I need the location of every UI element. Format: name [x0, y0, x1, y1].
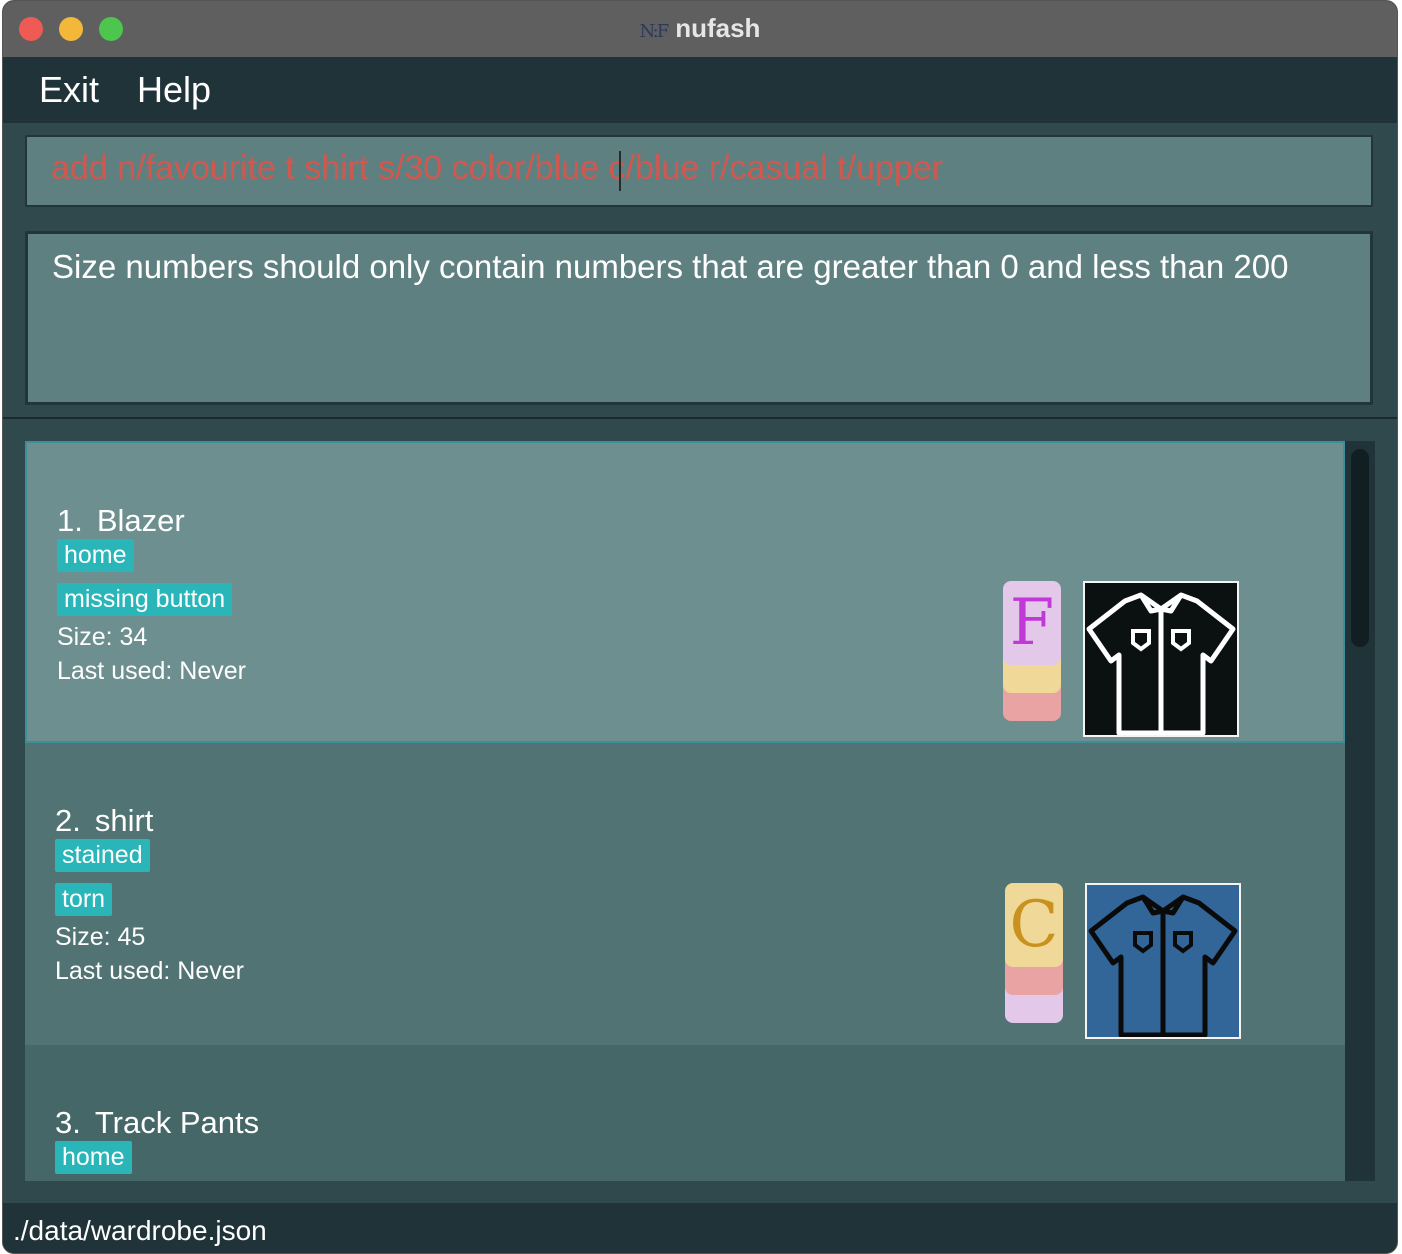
item-last-used: Last used: Never: [55, 957, 244, 985]
app-logo-icon: N:F: [639, 21, 670, 42]
item-image: [1083, 581, 1239, 737]
result-display: Size numbers should only contain numbers…: [25, 231, 1373, 405]
item-name: 2. shirt: [55, 803, 154, 838]
clothing-list-panel: 1. Blazer home missing button Size: 34 La…: [3, 419, 1397, 1201]
window-title: N:F nufash: [3, 13, 1397, 44]
data-file-path: ./data/wardrobe.json: [13, 1215, 267, 1246]
window-title-text: nufash: [675, 13, 761, 43]
item-image: [1085, 883, 1241, 1039]
badge-layer-yellow: C: [1005, 883, 1063, 967]
shirt-icon: [1088, 894, 1238, 1038]
app-window: N:F nufash Exit Help add n/favourite t sh…: [2, 0, 1398, 1254]
item-size: Size: 45: [55, 923, 146, 951]
result-message: Size numbers should only contain numbers…: [52, 248, 1289, 285]
status-bar: ./data/wardrobe.json: [3, 1201, 1397, 1253]
item-tag: missing button: [57, 583, 233, 616]
item-tag: stained: [55, 839, 150, 872]
result-area: Size numbers should only contain numbers…: [3, 219, 1397, 420]
title-bar: N:F nufash: [3, 1, 1397, 57]
clothing-list[interactable]: 1. Blazer home missing button Size: 34 La…: [25, 441, 1345, 1181]
item-last-used: Last used: Never: [57, 657, 246, 685]
color-badge-stack: C: [1005, 883, 1065, 1025]
list-item[interactable]: 3. Track Pants home: [25, 1045, 1345, 1181]
color-badge-stack: F: [1003, 581, 1063, 723]
menu-exit[interactable]: Exit: [39, 69, 99, 111]
text-caret: [619, 151, 621, 191]
item-name: 3. Track Pants: [55, 1105, 260, 1140]
list-item[interactable]: 2. shirt stained torn Size: 45 Last used:…: [25, 743, 1345, 1045]
command-input-text: add n/favourite t shirt s/30 color/blue …: [51, 149, 944, 187]
item-tag: home: [57, 539, 134, 572]
badge-letter: C: [1009, 888, 1059, 962]
scrollbar-thumb[interactable]: [1351, 449, 1369, 647]
item-tag: torn: [55, 883, 113, 916]
menu-help[interactable]: Help: [137, 69, 211, 111]
item-size: Size: 34: [57, 623, 148, 651]
shirt-icon: [1086, 592, 1236, 736]
list-scrollbar[interactable]: [1345, 441, 1375, 1181]
command-area: add n/favourite t shirt s/30 color/blue …: [3, 123, 1397, 222]
list-item[interactable]: 1. Blazer home missing button Size: 34 La…: [25, 441, 1345, 743]
menu-bar: Exit Help: [3, 57, 1397, 123]
item-name: 1. Blazer: [57, 503, 185, 538]
item-tag: home: [55, 1141, 132, 1174]
badge-layer-purple: F: [1003, 581, 1061, 665]
badge-letter: F: [1009, 586, 1055, 660]
command-input[interactable]: add n/favourite t shirt s/30 color/blue …: [25, 135, 1373, 207]
